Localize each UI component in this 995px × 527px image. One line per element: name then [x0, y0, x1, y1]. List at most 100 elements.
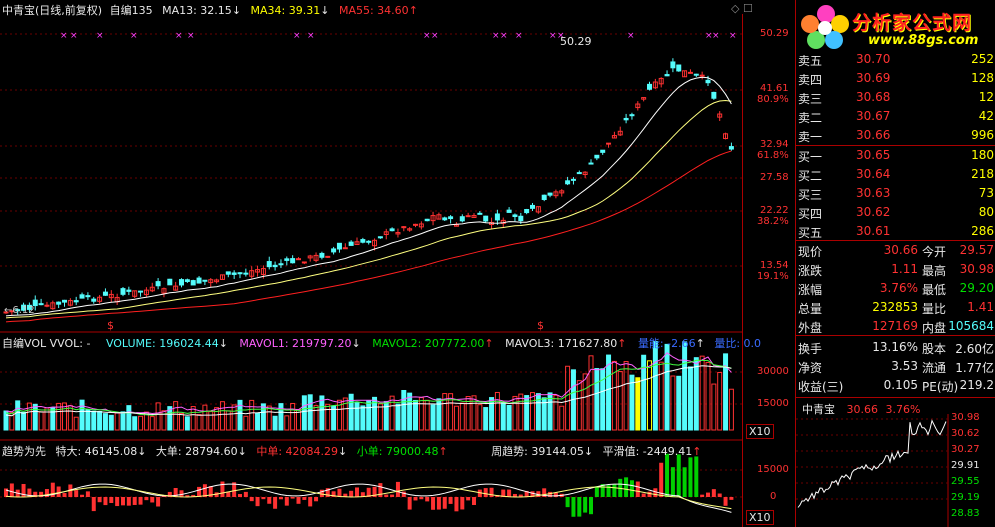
sell-row: 卖三 30.68 12	[796, 88, 995, 107]
trend-bar	[466, 497, 471, 501]
trend-bar	[436, 497, 441, 510]
signal-markers: × × × × × × × × × × × × × × × × × × ×	[60, 31, 737, 41]
candle-body	[155, 281, 161, 287]
trend-bar	[594, 486, 599, 497]
mini-price-line	[797, 419, 947, 508]
volume-bar	[290, 402, 296, 431]
trend-bar	[413, 497, 418, 501]
volume-bar	[717, 371, 723, 431]
volume-bar	[424, 399, 430, 431]
volume-bar	[728, 388, 734, 431]
signal-marker: ×	[60, 31, 68, 41]
volume-name: 自编VOL VVOL: -	[2, 337, 91, 350]
volume-header: 自编VOL VVOL: - VOLUME: 196024.44↓ MAVOL1:…	[2, 337, 762, 350]
stat-row: 收益(三) 0.105 PE(动) 219.2	[796, 376, 995, 395]
volume-bar	[120, 411, 126, 431]
volume-bar	[266, 405, 272, 431]
trend-bar	[571, 497, 576, 517]
candle-body	[647, 83, 652, 90]
volume-bar	[301, 395, 307, 431]
volume-bar	[477, 404, 483, 431]
volume-bar	[395, 403, 401, 431]
trend-bar	[384, 494, 389, 497]
volume-bar	[500, 402, 506, 431]
volume-bar	[559, 405, 565, 431]
order-volume: 218	[971, 167, 994, 181]
stat-value: 232853	[872, 300, 918, 314]
order-price: 30.66	[856, 128, 891, 142]
candle-body	[629, 114, 635, 117]
volume-bar	[617, 370, 623, 431]
trend-bar	[138, 497, 143, 505]
trend-bar	[121, 497, 125, 506]
stat-key: 股本	[922, 342, 947, 356]
signal-marker: ×	[515, 31, 523, 41]
candle-body	[377, 236, 383, 239]
trend-bar	[267, 497, 272, 504]
trend-big: 大单: 28794.60	[155, 445, 238, 458]
candlesticks	[3, 58, 734, 316]
volume-bar	[699, 355, 705, 431]
stat-row: 现价 30.66 今开 29.57	[796, 241, 995, 260]
order-volume: 128	[971, 71, 994, 85]
volume-bar	[354, 402, 360, 431]
signal-marker: ×	[500, 31, 508, 41]
dollar-marker-1: $	[107, 319, 114, 332]
volume-bar	[44, 407, 50, 431]
candle-body	[705, 79, 711, 84]
stat-value: 29.57	[959, 243, 994, 257]
axis-fib-4: 19.1%	[757, 271, 789, 282]
candle-body	[442, 217, 448, 221]
trend-bar	[255, 497, 260, 507]
stat-row: 涨幅 3.76% 最低 29.20	[796, 279, 995, 298]
buy-row: 买二 30.64 218	[796, 165, 995, 184]
volume-bar	[664, 343, 670, 431]
buy-row: 买五 30.61 286	[796, 222, 995, 241]
order-price: 30.65	[856, 148, 891, 162]
trend-super-big: 特大: 46145.08	[55, 445, 138, 458]
trend-bar	[349, 490, 354, 497]
trend-multiplier: X10	[746, 510, 774, 525]
trend-bar	[390, 494, 395, 497]
trend-bar	[395, 481, 400, 497]
volume-bar	[576, 380, 582, 431]
buy-row: 买四 30.62 80	[796, 203, 995, 222]
candle-body	[524, 209, 530, 214]
volume-bar	[179, 413, 184, 431]
axis-price-5: 22.22	[760, 205, 789, 216]
order-price: 30.68	[856, 90, 891, 104]
signal-marker: ×	[492, 31, 500, 41]
volume-bar	[149, 416, 155, 431]
candle-body	[56, 301, 62, 305]
candle-body	[477, 212, 483, 215]
main-chart-panel[interactable]: 中青宝(日线,前复权) 自编135 MA13: 32.15↓ MA34: 39.…	[0, 0, 795, 527]
order-price: 30.64	[856, 167, 891, 181]
mini-axis-label: 30.98	[951, 412, 980, 423]
trend-bar	[694, 456, 699, 497]
trend-bar	[431, 497, 436, 510]
order-label: 买四	[798, 207, 823, 221]
candle-body	[676, 64, 682, 72]
volume-bar	[21, 411, 27, 431]
order-label: 买二	[798, 169, 823, 183]
volume-bar	[652, 341, 658, 431]
volume-bar	[705, 361, 711, 431]
volume-extra-2: 量比: 0.0	[714, 337, 762, 350]
candle-body	[541, 194, 547, 200]
volume-bar	[260, 403, 266, 431]
candle-body	[319, 252, 325, 258]
candle-body	[44, 304, 50, 307]
volume-bar	[448, 393, 454, 431]
volume-bar	[307, 394, 313, 431]
candle-body	[512, 214, 518, 217]
trend-bar	[156, 497, 161, 507]
volume-bar	[377, 403, 383, 431]
candle-body	[342, 247, 348, 250]
volume-bar	[184, 416, 190, 431]
order-volume: 996	[971, 128, 994, 142]
trend-bar	[647, 491, 652, 497]
dollar-marker-2: $	[537, 319, 544, 332]
signal-marker: ×	[712, 31, 720, 41]
candle-body	[366, 240, 372, 243]
mini-axis-label: 30.27	[951, 444, 980, 455]
